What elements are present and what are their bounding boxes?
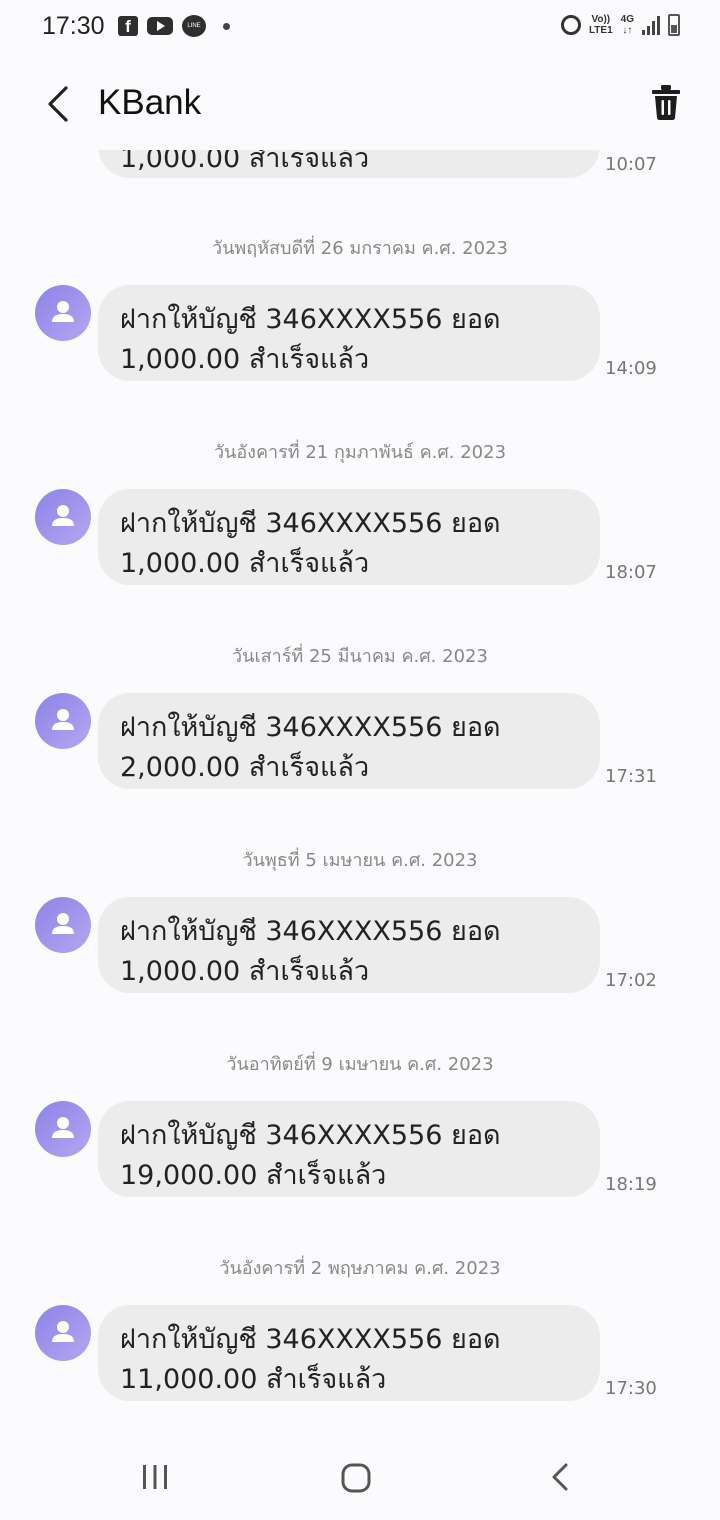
message-text-line1: ฝากให้บัญชี 346XXXX556 ยอด (120, 304, 501, 335)
chevron-left-icon (48, 86, 68, 122)
line-app-icon: LINE (182, 15, 206, 37)
nav-back-button[interactable] (545, 1462, 575, 1496)
conversation-title: KBank (98, 83, 202, 122)
message-text-line1: ฝากให้บัญชี 346XXXX556 ยอด (120, 1324, 501, 1355)
notification-icons: f LINE (118, 15, 230, 37)
person-icon (52, 709, 74, 730)
message-bubble[interactable]: ฝากให้บัญชี 346XXXX556 ยอด 1,000.00 สำเร… (98, 897, 600, 993)
message-text-line1: ฝากให้บัญชี 346XXXX556 ยอด (120, 1120, 501, 1151)
person-icon (52, 1321, 74, 1342)
message-bubble[interactable]: ฝากให้บัญชี 346XXXX556 ยอด 19,000.00 สำเ… (98, 1101, 600, 1197)
status-time: 17:30 (42, 12, 105, 40)
message-text-line1: ฝากให้บัญชี 346XXXX556 ยอด (120, 712, 501, 743)
message-time: 17:02 (605, 970, 657, 991)
sender-avatar[interactable] (35, 489, 91, 545)
alarm-icon (560, 15, 581, 35)
message-text-line1: ฝากให้บัญชี 346XXXX556 ยอด (120, 508, 501, 539)
message-bubble[interactable]: ฝากให้บัญชี 346XXXX556 ยอด 2,000.00 สำเร… (98, 693, 600, 789)
recents-button[interactable] (140, 1462, 170, 1496)
back-icon (552, 1463, 568, 1491)
date-separator: วันอาทิตย์ที่ 9 เมษายน ค.ศ. 2023 (226, 1054, 494, 1075)
message-time: 17:31 (605, 766, 657, 787)
sender-avatar[interactable] (35, 1101, 91, 1157)
app-header: KBank (0, 60, 720, 150)
sender-avatar[interactable] (35, 693, 91, 749)
message-text: 1,000.00 สำเร็จแล้ว (120, 150, 370, 174)
date-separator: วันเสาร์ที่ 25 มีนาคม ค.ศ. 2023 (232, 646, 488, 667)
message-bubble[interactable]: ฝากให้บัญชี 346XXXX556 ยอด 1,000.00 สำเร… (98, 285, 600, 381)
delete-button[interactable] (650, 82, 682, 122)
battery-icon (668, 14, 680, 36)
message-text-line1: ฝากให้บัญชี 346XXXX556 ยอด (120, 916, 501, 947)
person-icon (52, 301, 74, 322)
date-separator: วันพฤหัสบดีที่ 26 มกราคม ค.ศ. 2023 (212, 238, 508, 259)
signal-strength-icon (642, 15, 660, 35)
message-time: 14:09 (605, 358, 657, 379)
date-separator: วันพุธที่ 5 เมษายน ค.ศ. 2023 (242, 850, 478, 871)
message-text-line2: 1,000.00 สำเร็จแล้ว (120, 548, 370, 579)
volte-icon: Vo)) LTE1 (588, 14, 613, 36)
message-bubble[interactable]: ฝากให้บัญชี 346XXXX556 ยอด 1,000.00 สำเร… (98, 489, 600, 585)
recents-icon (143, 1465, 167, 1489)
system-nav-bar (0, 1432, 720, 1520)
message-time: 18:19 (605, 1174, 657, 1195)
date-separator: วันอังคารที่ 2 พฤษภาคม ค.ศ. 2023 (219, 1258, 501, 1279)
sender-avatar[interactable] (35, 1305, 91, 1361)
back-button[interactable] (40, 82, 80, 126)
message-list[interactable]: 1,000.00 สำเร็จแล้ว 10:07 วันพฤหัสบดีที่… (0, 150, 720, 1430)
sender-avatar[interactable] (35, 897, 91, 953)
person-icon (52, 913, 74, 934)
message-text-line2: 2,000.00 สำเร็จแล้ว (120, 752, 370, 783)
home-button[interactable] (340, 1462, 372, 1498)
message-bubble[interactable]: 1,000.00 สำเร็จแล้ว (98, 150, 600, 178)
facebook-icon: f (118, 16, 138, 36)
date-separator: วันอังคารที่ 21 กุมภาพันธ์ ค.ศ. 2023 (213, 442, 507, 463)
message-time: 10:07 (605, 154, 657, 175)
network-4g-icon: 4G ↓↑ (620, 14, 634, 36)
sender-avatar[interactable] (35, 285, 91, 341)
message-bubble[interactable]: ฝากให้บัญชี 346XXXX556 ยอด 11,000.00 สำเ… (98, 1305, 600, 1401)
message-time: 17:30 (605, 1378, 657, 1399)
message-text-line2: 1,000.00 สำเร็จแล้ว (120, 956, 370, 987)
system-icons: Vo)) LTE1 4G ↓↑ (560, 14, 680, 36)
person-icon (52, 505, 74, 526)
person-icon (52, 1117, 74, 1138)
message-text-line2: 1,000.00 สำเร็จแล้ว (120, 344, 370, 375)
trash-icon (652, 85, 680, 120)
message-text-line2: 11,000.00 สำเร็จแล้ว (120, 1364, 387, 1395)
youtube-icon (147, 17, 173, 35)
status-bar: 17:30 f LINE Vo)) LTE1 4G ↓↑ (0, 0, 720, 56)
message-time: 18:07 (605, 562, 657, 583)
home-icon (341, 1463, 371, 1493)
message-text-line2: 19,000.00 สำเร็จแล้ว (120, 1160, 387, 1191)
more-notifications-dot-icon (223, 22, 230, 30)
